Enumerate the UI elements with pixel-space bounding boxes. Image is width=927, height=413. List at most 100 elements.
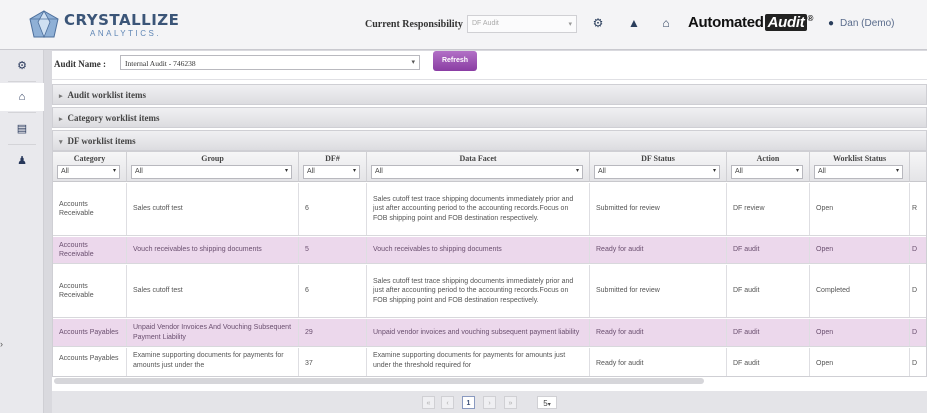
last-page-button[interactable]: » [504,396,517,409]
filter-value: All [735,168,743,175]
column-header-df-status[interactable]: DF Status All ▾ [590,152,727,182]
table-row[interactable]: Accounts Payables Unpaid Vendor Invoices… [53,319,926,347]
audit-name-label: Audit Name : [54,59,106,69]
cell-worklist-status: Open [810,237,910,263]
section-category-worklist[interactable]: ▸ Category worklist items [52,107,927,128]
table-row[interactable]: Accounts Receivable Sales cutoff test 6 … [53,265,926,318]
section-df-worklist[interactable]: ▾ DF worklist items [52,130,927,151]
cell-worklist-status: Open [810,183,910,235]
category-filter-select[interactable]: All ▾ [57,165,120,179]
cell-action[interactable]: DF audit [727,237,810,263]
column-header-df-number[interactable]: DF# All ▾ [299,152,367,182]
cell-extra: D [910,348,926,376]
cell-df-number: 6 [299,183,367,235]
crystallize-logo[interactable]: CRYSTALLIZE ANALYTICS. [28,8,179,44]
table-row[interactable]: Accounts Receivable Sales cutoff test 6 … [53,183,926,236]
column-title: Data Facet [459,154,497,163]
audit-filter-bar: Audit Name : Internal Audit - 746238 ▾ R… [52,51,927,80]
cell-category: Accounts Payables [53,319,127,346]
cell-data-facet: Examine supporting documents for payment… [367,348,590,376]
nav-divider [8,81,36,82]
cell-worklist-status: Completed [810,265,910,317]
cell-df-status: Submitted for review [590,183,727,235]
current-responsibility-label: Current Responsibility [365,19,463,30]
background-link-icon: › [0,339,3,349]
next-page-button[interactable]: › [483,396,496,409]
brand-text: Automated [688,14,764,31]
cell-action[interactable]: DF audit [727,265,810,317]
section-label: Audit worklist items [67,90,147,100]
logo-subtitle: ANALYTICS. [90,29,162,38]
expand-arrow-icon: ▸ [59,92,63,100]
crystal-logo-icon [29,10,59,39]
section-label: Category worklist items [67,113,160,123]
chevron-down-icon: ▾ [284,168,288,174]
cell-df-status: Ready for audit [590,319,727,346]
home-icon: ⌂ [18,91,26,103]
horizontal-scrollbar[interactable] [54,378,704,384]
collapse-arrow-icon: ▾ [59,138,63,146]
filter-value: All [818,168,826,175]
nav-users[interactable]: ♟ [0,147,44,175]
cell-category: Accounts Payables [53,348,127,376]
chevron-down-icon: ▾ [895,168,899,174]
group-filter-select[interactable]: All ▾ [131,165,292,179]
cell-extra: R [910,183,926,235]
column-header-action[interactable]: Action All ▾ [727,152,810,182]
table-row[interactable]: Accounts Payables Examine supporting doc… [53,348,926,376]
df-status-filter-select[interactable]: All ▾ [594,165,720,179]
nav-documents[interactable]: ▤ [0,115,44,143]
user-menu[interactable]: ● Dan (Demo) [828,18,895,29]
filter-value: All [61,168,69,175]
df-worklist-grid: Category All ▾ Group All ▾ DF# All ▾ Data F… [52,151,927,377]
nav-home[interactable]: ⌂ [0,83,44,111]
cell-extra: D [910,237,926,263]
chevron-down-icon: ▾ [568,21,572,28]
first-page-button[interactable]: « [422,396,435,409]
cell-df-number: 5 [299,237,367,263]
home-icon[interactable]: ⌂ [659,16,673,30]
chevron-down-icon: ▾ [411,58,415,66]
chevron-down-icon: ▾ [112,168,116,174]
column-header-group[interactable]: Group All ▾ [127,152,299,182]
cell-action[interactable]: DF review [727,183,810,235]
cell-action[interactable]: DF audit [727,319,810,346]
cell-group: Examine supporting documents for payment… [127,348,299,376]
cell-category: Accounts Receivable [53,183,127,235]
action-filter-select[interactable]: All ▾ [731,165,803,179]
nav-divider [8,112,36,113]
column-header-worklist-status[interactable]: Worklist Status All ▾ [810,152,910,182]
audit-name-select[interactable]: Internal Audit - 746238 ▾ [120,55,420,70]
table-row[interactable]: Accounts Receivable Vouch receivables to… [53,237,926,264]
cell-category: Accounts Receivable [53,237,127,263]
nav-settings[interactable]: ⚙ [0,52,44,80]
column-title: DF# [325,154,340,163]
filter-value: All [135,168,143,175]
section-audit-worklist[interactable]: ▸ Audit worklist items [52,84,927,105]
cell-data-facet: Sales cutoff test trace shipping documen… [367,265,590,317]
current-responsibility-select[interactable]: DF Audit ▾ [467,15,577,33]
bell-icon[interactable]: ▲ [627,16,641,30]
current-page-button[interactable]: 1 [462,396,475,409]
gear-icon[interactable]: ⚙ [591,16,605,30]
worklist-status-filter-select[interactable]: All ▾ [814,165,903,179]
previous-page-button[interactable]: ‹ [441,396,454,409]
current-responsibility-value: DF Audit [472,20,499,27]
df-number-filter-select[interactable]: All ▾ [303,165,360,179]
data-facet-filter-select[interactable]: All ▾ [371,165,583,179]
column-header-data-facet[interactable]: Data Facet All ▾ [367,152,590,182]
chevron-down-icon: ▾ [352,168,356,174]
column-title: Action [756,154,780,163]
column-header-category[interactable]: Category All ▾ [53,152,127,182]
page-size-select[interactable]: 5▾ [537,396,557,409]
column-header-extra [910,152,926,182]
cell-action[interactable]: DF audit [727,348,810,376]
refresh-button[interactable]: Refresh [433,51,477,71]
main-content: Audit Name : Internal Audit - 746238 ▾ R… [52,51,927,391]
cell-worklist-status: Open [810,348,910,376]
cell-data-facet: Unpaid vendor invoices and vouching subs… [367,319,590,346]
cell-data-facet: Vouch receivables to shipping documents [367,237,590,263]
cell-df-number: 29 [299,319,367,346]
cell-category: Accounts Receivable [53,265,127,317]
top-bar: CRYSTALLIZE ANALYTICS. Current Responsib… [0,0,927,50]
